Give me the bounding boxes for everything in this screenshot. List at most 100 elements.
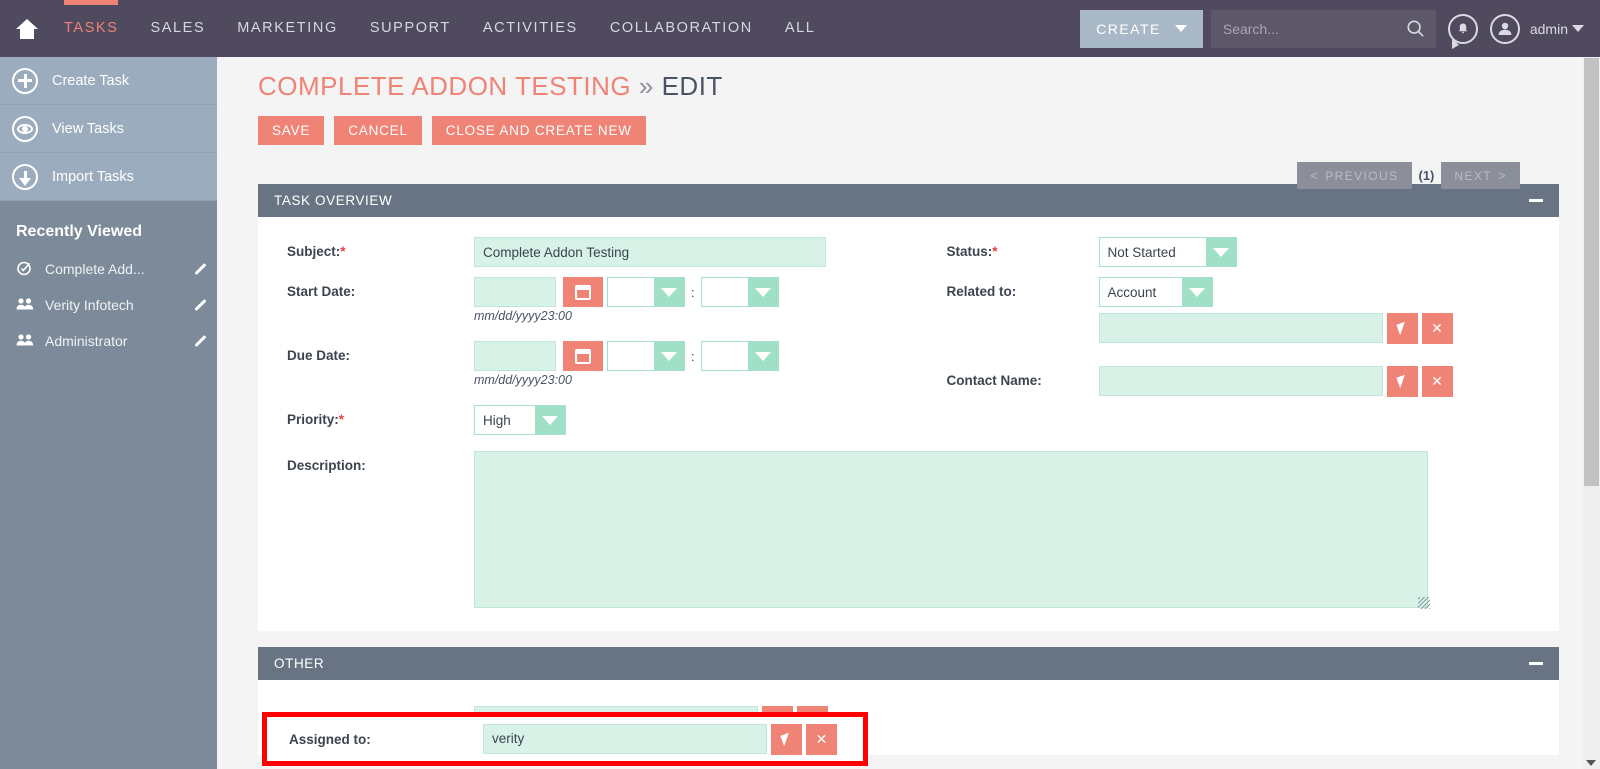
due-date-hour-select[interactable] bbox=[607, 341, 685, 371]
description-label: Description: bbox=[287, 458, 366, 473]
contact-name-select-icon[interactable] bbox=[1386, 366, 1418, 397]
assigned-to-select-icon-visible[interactable] bbox=[771, 723, 802, 755]
page-title-mode: EDIT bbox=[661, 71, 723, 101]
cancel-button[interactable]: CANCEL bbox=[334, 116, 422, 145]
topbar-right-group: CREATE admin bbox=[1080, 0, 1600, 57]
due-date-calendar-icon[interactable] bbox=[563, 341, 603, 371]
description-resize-handle[interactable] bbox=[1418, 597, 1430, 609]
sidebar-item-create-task-label: Create Task bbox=[52, 72, 130, 89]
minus-icon[interactable] bbox=[1529, 199, 1543, 202]
assigned-to-clear-icon-visible[interactable]: ✕ bbox=[806, 723, 837, 755]
task-overview-header-label: TASK OVERVIEW bbox=[274, 193, 393, 208]
chevron-down-icon bbox=[654, 342, 684, 370]
required-asterisk: * bbox=[338, 412, 345, 427]
other-right-column bbox=[909, 706, 1560, 741]
related-to-select-icon[interactable] bbox=[1386, 313, 1418, 344]
assigned-to-input-visible[interactable] bbox=[483, 723, 767, 754]
minus-icon[interactable] bbox=[1529, 662, 1543, 665]
priority-label: Priority:* bbox=[258, 405, 474, 435]
field-row-subject: Subject:* bbox=[258, 237, 909, 267]
nav-item-activities[interactable]: ACTIVITIES bbox=[467, 0, 594, 57]
subject-label-text: Subject: bbox=[287, 244, 341, 259]
sidebar-item-import-tasks-label: Import Tasks bbox=[52, 168, 134, 185]
sidebar-item-import-tasks[interactable]: Import Tasks bbox=[0, 153, 217, 201]
nav-item-collaboration[interactable]: COLLABORATION bbox=[594, 0, 769, 57]
scrollbar-thumb[interactable] bbox=[1584, 58, 1599, 486]
contact-name-clear-icon[interactable]: ✕ bbox=[1421, 366, 1453, 397]
home-button[interactable] bbox=[0, 18, 48, 39]
start-date-input[interactable] bbox=[474, 277, 556, 307]
contact-name-label: Contact Name: bbox=[946, 373, 1042, 388]
recent-item-verity-infotech[interactable]: Verity Infotech bbox=[0, 287, 217, 323]
close-and-create-new-button[interactable]: CLOSE AND CREATE NEW bbox=[431, 116, 646, 145]
start-date-minute-select[interactable] bbox=[700, 277, 779, 307]
nav-item-support[interactable]: SUPPORT bbox=[354, 0, 467, 57]
start-date-format-hint: mm/dd/yyyy23:00 bbox=[474, 309, 572, 323]
nav-item-all-label: ALL bbox=[784, 20, 816, 36]
description-textarea[interactable] bbox=[474, 451, 1428, 608]
related-to-input[interactable] bbox=[1098, 313, 1383, 343]
search-input[interactable] bbox=[1220, 19, 1407, 38]
nav-item-tasks-label: TASKS bbox=[64, 20, 119, 36]
next-record-button[interactable]: NEXT > bbox=[1441, 162, 1520, 189]
nav-item-activities-label: ACTIVITIES bbox=[482, 20, 578, 36]
search-icon[interactable] bbox=[1406, 18, 1426, 40]
priority-select[interactable]: High bbox=[474, 405, 566, 435]
field-row-description: Description: bbox=[258, 451, 1430, 613]
start-date-label: Start Date: bbox=[287, 284, 356, 299]
due-date-label: Due Date: bbox=[287, 348, 351, 363]
start-date-calendar-icon[interactable] bbox=[563, 277, 603, 307]
nav-item-sales[interactable]: SALES bbox=[134, 0, 221, 57]
field-row-status: Status:* Not Started bbox=[909, 237, 1560, 267]
start-date-hour-select[interactable] bbox=[607, 277, 685, 307]
user-menu-label[interactable]: admin bbox=[1530, 21, 1568, 37]
status-select[interactable]: Not Started bbox=[1098, 237, 1237, 267]
subject-input[interactable] bbox=[474, 237, 826, 267]
related-to-type-select[interactable]: Account bbox=[1098, 277, 1213, 307]
chevron-down-icon bbox=[654, 278, 684, 306]
save-button[interactable]: SAVE bbox=[258, 116, 325, 145]
pencil-icon[interactable] bbox=[187, 261, 203, 277]
due-date-minute-select[interactable] bbox=[700, 341, 779, 371]
contacts-icon bbox=[16, 333, 36, 349]
page-title-record: COMPLETE ADDON TESTING bbox=[258, 71, 632, 101]
create-button-label: CREATE bbox=[1096, 20, 1161, 37]
nav-item-marketing[interactable]: MARKETING bbox=[221, 0, 354, 57]
contact-name-input[interactable] bbox=[1098, 366, 1383, 396]
nav-item-collaboration-label: COLLABORATION bbox=[609, 20, 753, 36]
top-navigation-bar: TASKS SALES MARKETING SUPPORT ACTIVITIES… bbox=[0, 0, 1600, 57]
nav-item-tasks[interactable]: TASKS bbox=[48, 0, 134, 57]
recent-item-label: Verity Infotech bbox=[45, 297, 134, 313]
pencil-icon[interactable] bbox=[187, 333, 203, 349]
chevron-down-icon[interactable] bbox=[1572, 25, 1584, 32]
bell-notification-icon[interactable] bbox=[1447, 13, 1478, 49]
sidebar-item-create-task[interactable]: Create Task bbox=[0, 57, 217, 105]
related-to-clear-icon[interactable]: ✕ bbox=[1421, 313, 1453, 344]
create-button[interactable]: CREATE bbox=[1080, 9, 1203, 48]
field-row-contact-name: Contact Name: ✕ bbox=[909, 366, 1560, 397]
field-row-start-date: Start Date: : mm/dd/yyyy23:00 bbox=[258, 277, 909, 323]
time-separator: : bbox=[691, 348, 695, 364]
chevron-down-icon bbox=[1205, 238, 1236, 266]
record-count: (1) bbox=[1418, 168, 1435, 183]
recent-item-complete-addon[interactable]: Complete Add... bbox=[0, 251, 217, 287]
chevron-down-icon bbox=[1174, 25, 1187, 32]
search-box[interactable] bbox=[1210, 9, 1436, 48]
recent-item-administrator[interactable]: Administrator bbox=[0, 323, 217, 359]
page-title-separator: » bbox=[638, 71, 654, 101]
nav-item-all[interactable]: ALL bbox=[769, 0, 832, 57]
recent-item-label: Complete Add... bbox=[45, 261, 145, 277]
task-overview-body: Subject:* Start Date: bbox=[258, 217, 1559, 631]
vertical-scrollbar[interactable] bbox=[1583, 57, 1600, 769]
next-record-label: NEXT bbox=[1454, 168, 1492, 183]
sidebar-item-view-tasks[interactable]: View Tasks bbox=[0, 105, 217, 153]
scroll-down-arrow-icon[interactable] bbox=[1586, 760, 1596, 766]
other-header-label: OTHER bbox=[274, 656, 325, 671]
previous-record-button[interactable]: < PREVIOUS bbox=[1297, 162, 1412, 189]
required-asterisk: * bbox=[992, 244, 998, 259]
other-header[interactable]: OTHER bbox=[258, 647, 1559, 680]
due-date-input[interactable] bbox=[474, 341, 556, 371]
due-date-minute-value bbox=[701, 342, 748, 370]
user-avatar-icon[interactable] bbox=[1489, 13, 1520, 44]
pencil-icon[interactable] bbox=[187, 297, 203, 313]
